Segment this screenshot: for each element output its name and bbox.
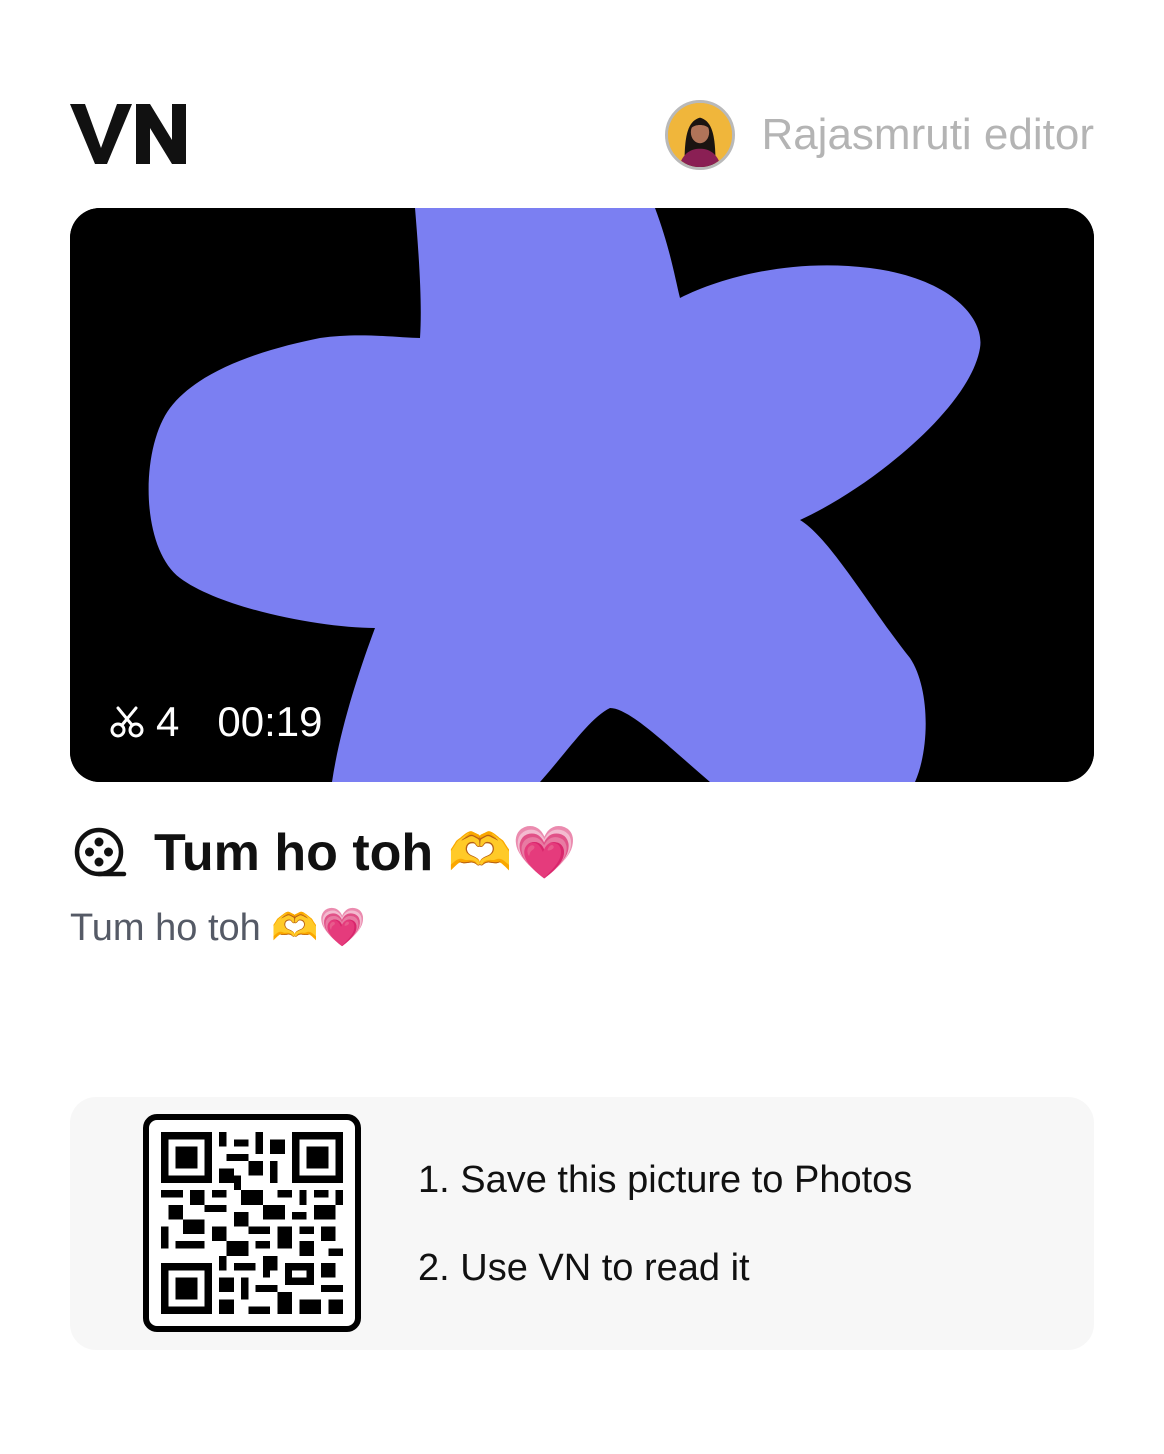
video-duration: 00:19	[217, 698, 323, 745]
project-description: Tum ho toh 🫶💗	[70, 907, 366, 949]
qr-code-image	[161, 1132, 343, 1314]
author-name[interactable]: Rajasmruti editor	[761, 110, 1094, 160]
scissors-icon	[110, 706, 144, 738]
project-title-row: Tum ho toh 🫶💗	[72, 822, 577, 883]
author-info[interactable]: Rajasmruti editor	[665, 98, 1094, 172]
qr-code	[143, 1114, 361, 1332]
avatar[interactable]	[665, 100, 736, 170]
video-preview[interactable]: 4 00:19	[70, 208, 1094, 782]
instruction-step-2: 2. Use VN to read it	[418, 1247, 750, 1289]
qr-card: 1. Save this picture to Photos 2. Use VN…	[70, 1097, 1094, 1350]
instruction-step-1: 1. Save this picture to Photos	[418, 1159, 913, 1201]
clip-count: 4	[156, 698, 180, 745]
project-title: Tum ho toh 🫶💗	[154, 824, 578, 882]
clip-info: 4 00:19	[110, 698, 322, 746]
preview-thumbnail	[70, 208, 1094, 782]
film-reel-icon	[74, 827, 127, 876]
vn-logo-mark	[70, 104, 186, 164]
vn-logo	[70, 100, 186, 168]
